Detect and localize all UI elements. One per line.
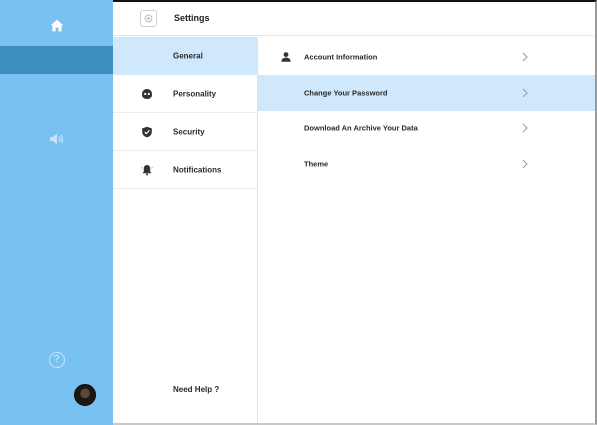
user-icon xyxy=(281,52,291,62)
category-label: Personality xyxy=(173,89,217,98)
category-label: General xyxy=(173,51,203,60)
home-icon xyxy=(50,19,63,31)
option-theme[interactable]: Theme xyxy=(258,146,595,182)
option-download-archive[interactable]: Download An Archive Your Data xyxy=(258,110,595,146)
option-account-information[interactable]: Account Information xyxy=(258,39,595,75)
chevron-right-icon xyxy=(522,52,528,62)
bell-icon xyxy=(141,164,153,175)
option-label: Account Information xyxy=(304,52,378,62)
help-icon: ? xyxy=(48,352,65,368)
settings-categories: General Personality Security Notificatio… xyxy=(113,37,258,423)
rail-settings-item-selected[interactable] xyxy=(0,46,113,74)
nav-rail: ? xyxy=(0,0,113,425)
category-general[interactable]: General xyxy=(113,37,257,75)
need-help-link[interactable]: Need Help ? xyxy=(173,385,219,394)
rail-help-button[interactable]: ? xyxy=(0,348,113,372)
general-options: Account Information Change Your Password… xyxy=(258,37,595,423)
chevron-right-icon xyxy=(522,123,528,133)
option-label: Theme xyxy=(304,159,329,169)
settings-header: Settings xyxy=(113,2,595,36)
rail-home-button[interactable] xyxy=(0,8,113,42)
category-notifications[interactable]: Notifications xyxy=(113,151,257,189)
mask-icon xyxy=(142,88,152,99)
option-label: Change Your Password xyxy=(304,88,388,98)
shield-icon xyxy=(142,126,152,137)
rail-sound-button[interactable] xyxy=(0,124,113,154)
category-personality[interactable]: Personality xyxy=(113,75,257,113)
gear-icon[interactable] xyxy=(140,10,157,27)
option-change-password[interactable]: Change Your Password xyxy=(258,75,595,111)
page-title: Settings xyxy=(174,13,210,23)
category-label: Security xyxy=(173,127,205,136)
chevron-right-icon xyxy=(522,88,528,98)
option-label: Download An Archive Your Data xyxy=(304,123,418,133)
sound-icon xyxy=(49,133,63,145)
category-label: Notifications xyxy=(173,165,222,174)
chevron-right-icon xyxy=(522,159,528,169)
category-security[interactable]: Security xyxy=(113,113,257,151)
avatar[interactable] xyxy=(74,384,96,406)
